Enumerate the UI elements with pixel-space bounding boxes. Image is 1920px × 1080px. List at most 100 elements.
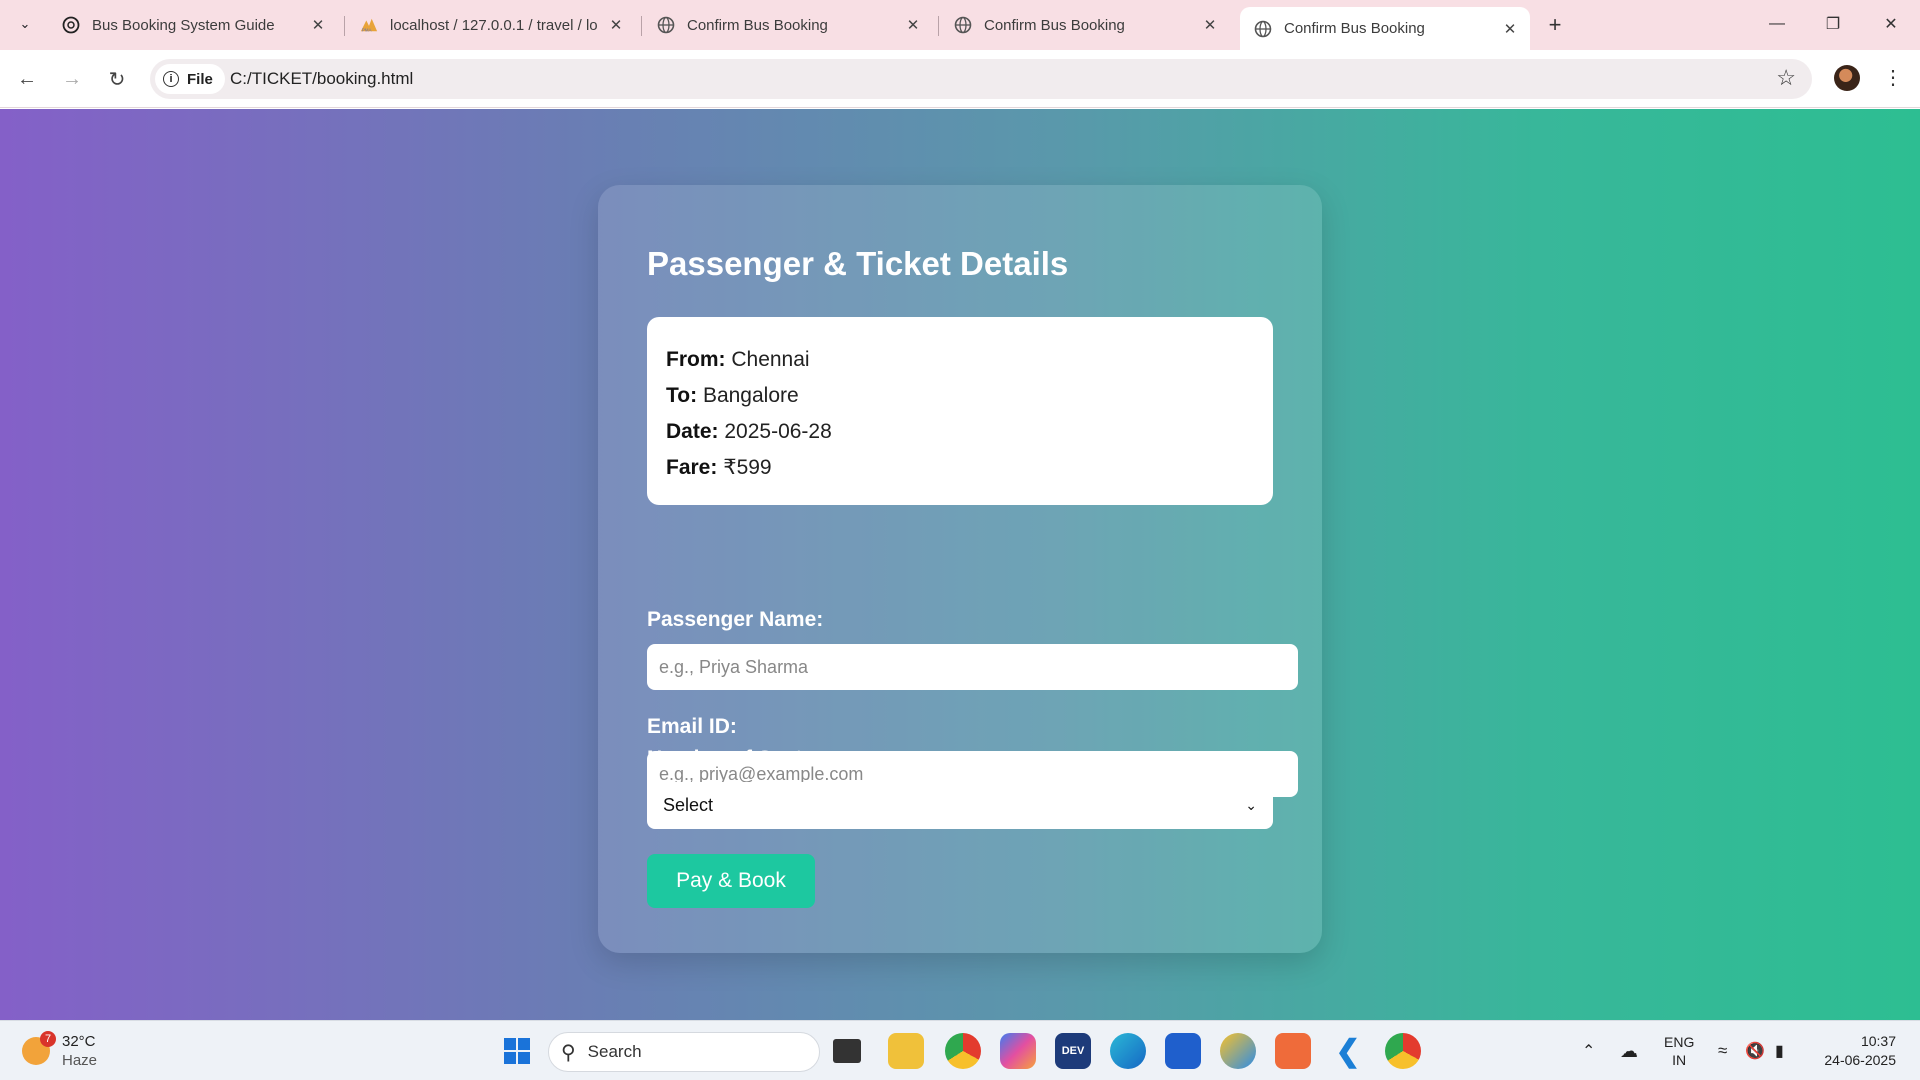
vscode-icon[interactable]: ❮ [1330, 1033, 1366, 1069]
page-title: Passenger & Ticket Details [647, 245, 1069, 282]
new-tab-button[interactable]: + [1540, 10, 1570, 40]
tab-bus-booking-guide[interactable]: Bus Booking System Guide ✕ [48, 7, 338, 43]
openai-icon [62, 16, 80, 34]
tab-title: Confirm Bus Booking [984, 16, 1125, 34]
battery-icon[interactable]: ▮ [1775, 1021, 1784, 1080]
tab-confirm-bus-booking-2[interactable]: Confirm Bus Booking ✕ [940, 7, 1230, 43]
dev-app-icon[interactable]: DEV [1055, 1033, 1091, 1069]
weather-text: 32°C Haze [62, 1032, 97, 1070]
close-icon[interactable]: ✕ [606, 15, 626, 35]
tab-confirm-bus-booking-active[interactable]: Confirm Bus Booking ✕ [1240, 7, 1530, 50]
language-indicator[interactable]: ENG IN [1664, 1021, 1694, 1080]
svg-text:PMA: PMA [362, 27, 372, 32]
chevron-down-icon: ⌄ [1245, 797, 1257, 813]
clock[interactable]: 10:37 24-06-2025 [1818, 1021, 1896, 1080]
passenger-name-input[interactable]: e.g., Priya Sharma [647, 644, 1298, 690]
detail-value: ₹599 [723, 456, 772, 479]
close-icon[interactable]: ✕ [308, 15, 328, 35]
taskbar-search[interactable]: ⚲ Search [548, 1032, 820, 1072]
reload-icon: ↻ [108, 68, 126, 91]
show-hidden-icons-button[interactable]: ⌃ [1582, 1021, 1595, 1080]
lang-line1: ENG [1664, 1034, 1695, 1050]
lang-line2: IN [1672, 1052, 1687, 1068]
info-icon: i [163, 71, 179, 87]
tab-divider [344, 16, 345, 36]
page-background: Passenger & Ticket Details From: Chennai… [0, 109, 1920, 1020]
tab-divider [938, 16, 939, 36]
back-button[interactable]: ← [10, 62, 44, 96]
start-button[interactable] [499, 1033, 535, 1069]
browser-menu-button[interactable]: ⋮ [1880, 62, 1906, 92]
booking-card: Passenger & Ticket Details From: Chennai… [598, 185, 1322, 953]
globe-icon [1254, 20, 1272, 38]
bookmark-star-icon[interactable]: ☆ [1776, 65, 1796, 91]
wifi-icon[interactable]: ≈ [1718, 1021, 1727, 1080]
minimize-icon: — [1769, 15, 1785, 32]
copilot-icon[interactable] [1000, 1033, 1036, 1069]
browser-toolbar: ← → ↻ i File C:/TICKET/booking.html ☆ [0, 50, 1920, 108]
edge-icon[interactable] [1110, 1033, 1146, 1069]
detail-value: 2025-06-28 [724, 420, 832, 443]
tab-confirm-bus-booking-1[interactable]: Confirm Bus Booking ✕ [643, 7, 933, 43]
minimize-button[interactable]: — [1752, 8, 1802, 40]
detail-to: To: Bangalore [666, 378, 1254, 414]
chevron-down-icon: ⌄ [19, 16, 31, 31]
tab-search-dropdown[interactable]: ⌄ [10, 8, 40, 40]
placeholder-text: e.g., Priya Sharma [659, 656, 809, 677]
weather-desc: Haze [62, 1052, 98, 1069]
detail-value: Bangalore [702, 384, 799, 407]
tab-title: Confirm Bus Booking [687, 16, 828, 34]
seats-select[interactable]: Select ⌄ [647, 782, 1273, 829]
paint-app-icon[interactable] [1220, 1033, 1256, 1069]
windows-icon [504, 1038, 530, 1064]
detail-label: To: [666, 384, 698, 407]
weather-sun-icon: 7 [22, 1031, 56, 1065]
onedrive-icon[interactable]: ☁ [1620, 1021, 1638, 1080]
tab-title: localhost / 127.0.0.1 / travel / lo [390, 16, 598, 34]
ticket-details-box: From: Chennai To: Bangalore Date: 2025-0… [647, 317, 1273, 505]
close-icon[interactable]: ✕ [1500, 19, 1520, 39]
reload-button[interactable]: ↻ [100, 62, 134, 96]
task-view-icon[interactable] [833, 1039, 861, 1063]
detail-value: Chennai [731, 348, 810, 371]
close-icon[interactable]: ✕ [903, 15, 923, 35]
more-vert-icon: ⋮ [1883, 66, 1903, 89]
close-icon[interactable]: ✕ [1200, 15, 1220, 35]
forward-button[interactable]: → [55, 62, 89, 96]
address-bar[interactable]: i File C:/TICKET/booking.html ☆ [150, 59, 1812, 99]
phpmyadmin-icon: PMA [360, 16, 378, 34]
tab-phpmyadmin[interactable]: PMA localhost / 127.0.0.1 / travel / lo … [346, 7, 636, 43]
weather-widget[interactable]: 7 32°C Haze [22, 1021, 97, 1080]
chrome-active-icon[interactable] [1385, 1033, 1421, 1069]
passenger-name-label: Passenger Name: [647, 608, 824, 631]
clock-time: 10:37 [1860, 1033, 1896, 1049]
volume-muted-icon[interactable]: 🔇 [1745, 1021, 1765, 1080]
tab-divider [641, 16, 642, 36]
postman-icon[interactable] [1275, 1033, 1311, 1069]
tab-strip: ⌄ Bus Booking System Guide ✕ PMA localho… [0, 0, 1920, 50]
arrow-right-icon: → [62, 67, 82, 90]
store-icon[interactable] [1165, 1033, 1201, 1069]
close-window-button[interactable]: ✕ [1866, 8, 1916, 40]
weather-temp: 32°C [62, 1033, 96, 1050]
url-text[interactable]: C:/TICKET/booking.html [230, 69, 413, 89]
restore-icon: ❐ [1825, 16, 1841, 33]
restore-button[interactable]: ❐ [1808, 8, 1858, 40]
clock-date: 24-06-2025 [1824, 1052, 1896, 1068]
email-label: Email ID: [647, 715, 737, 738]
detail-label: Date: [666, 420, 719, 443]
detail-date: Date: 2025-06-28 [666, 414, 1254, 450]
arrow-left-icon: ← [17, 67, 37, 90]
tab-title: Confirm Bus Booking [1284, 20, 1425, 37]
globe-icon [657, 16, 675, 34]
globe-icon [954, 16, 972, 34]
chrome-icon[interactable] [945, 1033, 981, 1069]
search-label: Search [587, 1042, 642, 1061]
detail-label: Fare: [666, 456, 718, 479]
site-info-chip[interactable]: i File [155, 64, 225, 94]
windows-taskbar: 7 32°C Haze ⚲ Search DEV ❮ ⌃ ☁ ENG IN ≈ … [0, 1020, 1920, 1080]
file-explorer-icon[interactable] [888, 1033, 924, 1069]
detail-label: From: [666, 348, 726, 371]
profile-avatar[interactable] [1834, 65, 1860, 91]
pay-and-book-button[interactable]: Pay & Book [647, 854, 815, 908]
